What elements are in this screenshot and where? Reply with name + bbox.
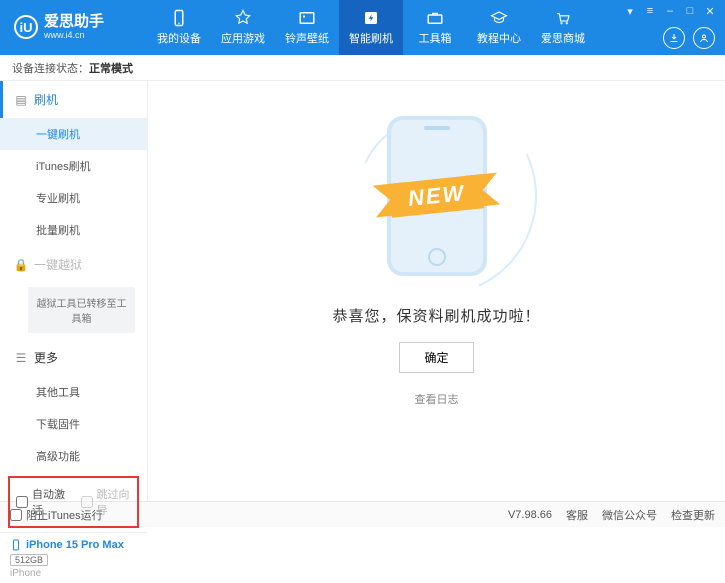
sidebar-item-othertools[interactable]: 其他工具 [0, 376, 147, 408]
sidebar-item-batch[interactable]: 批量刷机 [0, 214, 147, 246]
sidebar-item-pro[interactable]: 专业刷机 [0, 182, 147, 214]
status-bar: 设备连接状态： 正常模式 [0, 55, 725, 81]
block-itunes-checkbox[interactable]: 阻止iTunes运行 [10, 507, 103, 523]
image-icon [298, 9, 316, 27]
device-info[interactable]: iPhone 15 Pro Max 512GB iPhone [0, 532, 147, 583]
lock-icon: 🔒 [14, 258, 28, 272]
success-message: 恭喜您，保资料刷机成功啦！ [332, 305, 540, 326]
view-log-link[interactable]: 查看日志 [415, 391, 459, 407]
sidebar-item-oneclick[interactable]: 一键刷机 [0, 118, 147, 150]
sidebar-item-itunes[interactable]: iTunes刷机 [0, 150, 147, 182]
nav-store[interactable]: 爱思商城 [531, 0, 595, 55]
customer-service-link[interactable]: 客服 [566, 507, 588, 523]
main-panel: NEW 恭喜您，保资料刷机成功啦！ 确定 查看日志 [148, 81, 725, 501]
nav-tutorials[interactable]: 教程中心 [467, 0, 531, 55]
success-illustration: NEW [337, 111, 537, 281]
list-icon: ▤ [14, 93, 28, 107]
logo-icon: iU [14, 15, 38, 39]
window-controls: ▾ ≡ – □ ✕ [623, 4, 717, 18]
phone-icon [10, 539, 22, 551]
sidebar-head-more[interactable]: ☰ 更多 [0, 339, 147, 376]
download-button[interactable] [663, 27, 685, 49]
nav-my-device[interactable]: 我的设备 [147, 0, 211, 55]
apps-icon [234, 9, 252, 27]
user-button[interactable] [693, 27, 715, 49]
more-icon: ☰ [14, 351, 28, 365]
logo-title: 爱思助手 [44, 14, 104, 31]
jailbreak-note[interactable]: 越狱工具已转移至工具箱 [28, 287, 135, 333]
device-storage: 512GB [10, 554, 48, 566]
app-header: iU 爱思助手 www.i4.cn 我的设备 应用游戏 铃声壁纸 智能刷机 工具… [0, 0, 725, 55]
menu-icon[interactable]: ▾ [623, 4, 637, 18]
toolbox-icon [426, 9, 444, 27]
sidebar-item-firmware[interactable]: 下载固件 [0, 408, 147, 440]
sidebar: ▤ 刷机 一键刷机 iTunes刷机 专业刷机 批量刷机 🔒 一键越狱 越狱工具… [0, 81, 148, 501]
graduation-icon [490, 9, 508, 27]
settings-icon[interactable]: ≡ [643, 4, 657, 18]
sidebar-head-flash[interactable]: ▤ 刷机 [0, 81, 147, 118]
logo: iU 爱思助手 www.i4.cn [0, 14, 147, 40]
wechat-link[interactable]: 微信公众号 [602, 507, 657, 523]
maximize-icon[interactable]: □ [683, 4, 697, 18]
close-icon[interactable]: ✕ [703, 4, 717, 18]
status-mode: 正常模式 [89, 60, 133, 76]
nav-toolbox[interactable]: 工具箱 [403, 0, 467, 55]
check-update-link[interactable]: 检查更新 [671, 507, 715, 523]
logo-url: www.i4.cn [44, 31, 104, 41]
ok-button[interactable]: 确定 [399, 342, 473, 373]
cart-icon [554, 9, 572, 27]
sidebar-head-jailbreak[interactable]: 🔒 一键越狱 [0, 246, 147, 283]
status-prefix: 设备连接状态： [12, 60, 89, 76]
sidebar-item-advanced[interactable]: 高级功能 [0, 440, 147, 472]
minimize-icon[interactable]: – [663, 4, 677, 18]
nav-smart-flash[interactable]: 智能刷机 [339, 0, 403, 55]
nav-apps[interactable]: 应用游戏 [211, 0, 275, 55]
device-name: iPhone 15 Pro Max [10, 539, 137, 551]
phone-icon [170, 9, 188, 27]
version-label: V7.98.66 [508, 509, 552, 521]
nav-ringtones[interactable]: 铃声壁纸 [275, 0, 339, 55]
device-type: iPhone [10, 568, 137, 579]
flash-icon [362, 9, 380, 27]
